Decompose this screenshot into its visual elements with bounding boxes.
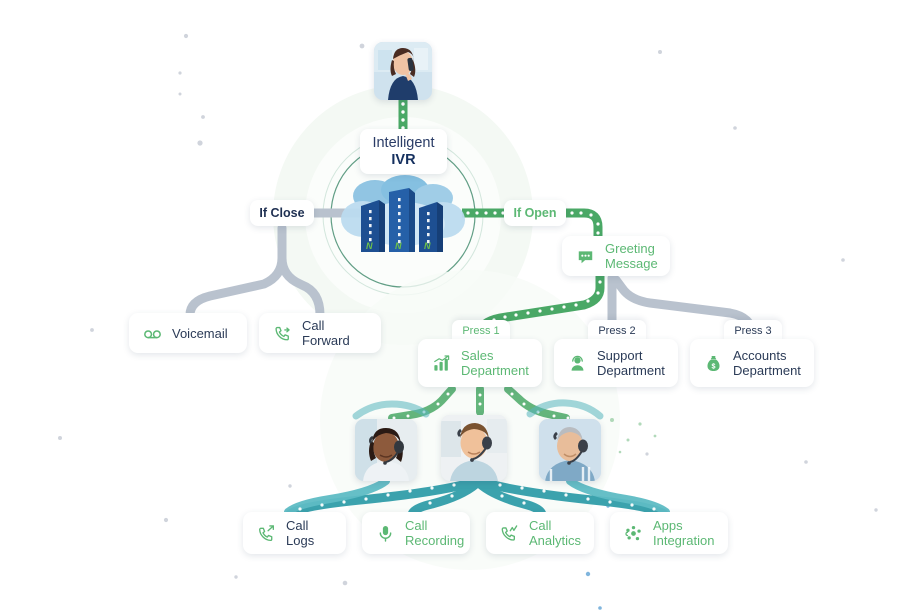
bar-chart-icon — [434, 354, 450, 371]
apps-integration-icon — [625, 525, 641, 540]
caller-photo — [374, 42, 432, 100]
node-call-logs[interactable]: Call Logs — [243, 512, 346, 554]
node-accounts-department[interactable]: $ Accounts Department — [690, 339, 814, 387]
node-call-logs-label: Call Logs — [286, 518, 315, 548]
user-support-icon — [571, 355, 584, 371]
ivr-flow-diagram: Intelligent IVR N N N If Close If Open V… — [0, 0, 924, 613]
agent-photo-3 — [539, 419, 601, 481]
chat-bubble-icon — [578, 250, 593, 263]
call-analytics-icon — [501, 524, 518, 541]
node-call-recording[interactable]: Call Recording — [362, 512, 470, 554]
node-accounts-department-label: Accounts Department — [733, 348, 801, 378]
agent-senior-man-headset-photo — [539, 419, 601, 481]
node-call-forward-label: Call Forward — [302, 318, 350, 348]
node-apps-integration[interactable]: Apps Integration — [610, 512, 728, 554]
svg-text:$: $ — [712, 362, 716, 370]
woman-on-phone-photo — [374, 42, 432, 100]
ivr-label-line1: Intelligent — [372, 134, 435, 151]
agent-photo-2 — [441, 415, 507, 481]
node-apps-integration-label: Apps Integration — [653, 518, 715, 548]
agent-man-headset-photo — [441, 415, 507, 481]
svg-text:N: N — [424, 241, 431, 251]
branch-label-if-close[interactable]: If Close — [250, 200, 314, 226]
agent-photo-1 — [355, 419, 417, 481]
node-support-department-label: Support Department — [597, 348, 665, 378]
node-call-forward[interactable]: Call Forward — [259, 313, 381, 353]
svg-text:N: N — [395, 241, 402, 251]
voicemail-icon — [144, 329, 161, 338]
intelligent-ivr-card[interactable]: Intelligent IVR — [360, 129, 447, 174]
branch-label-if-open[interactable]: If Open — [504, 200, 566, 226]
node-voicemail-label: Voicemail — [172, 325, 228, 341]
money-bag-icon: $ — [707, 355, 720, 371]
office-buildings-cloud-illustration: N N N — [341, 175, 465, 252]
wire-if-close-branch — [185, 223, 325, 320]
node-voicemail[interactable]: Voicemail — [129, 313, 247, 353]
node-support-department[interactable]: Support Department — [554, 339, 678, 387]
svg-text:N: N — [366, 241, 373, 251]
node-greeting-message-label: Greeting Message — [605, 241, 658, 271]
call-forward-icon — [275, 326, 290, 340]
node-call-analytics-label: Call Analytics — [529, 518, 582, 548]
microphone-icon — [379, 525, 392, 542]
node-call-recording-label: Call Recording — [405, 518, 465, 548]
ivr-hub-illustration: N N N — [333, 164, 473, 269]
call-logs-icon — [259, 524, 274, 541]
node-sales-department[interactable]: Sales Department — [418, 339, 542, 387]
node-call-analytics[interactable]: Call Analytics — [486, 512, 594, 554]
wire-caller-to-ivr — [398, 99, 408, 131]
node-sales-department-label: Sales Department — [461, 348, 529, 378]
node-greeting-message[interactable]: Greeting Message — [562, 236, 670, 276]
ivr-label-line2: IVR — [391, 151, 416, 168]
agent-woman-headset-photo — [355, 419, 417, 481]
